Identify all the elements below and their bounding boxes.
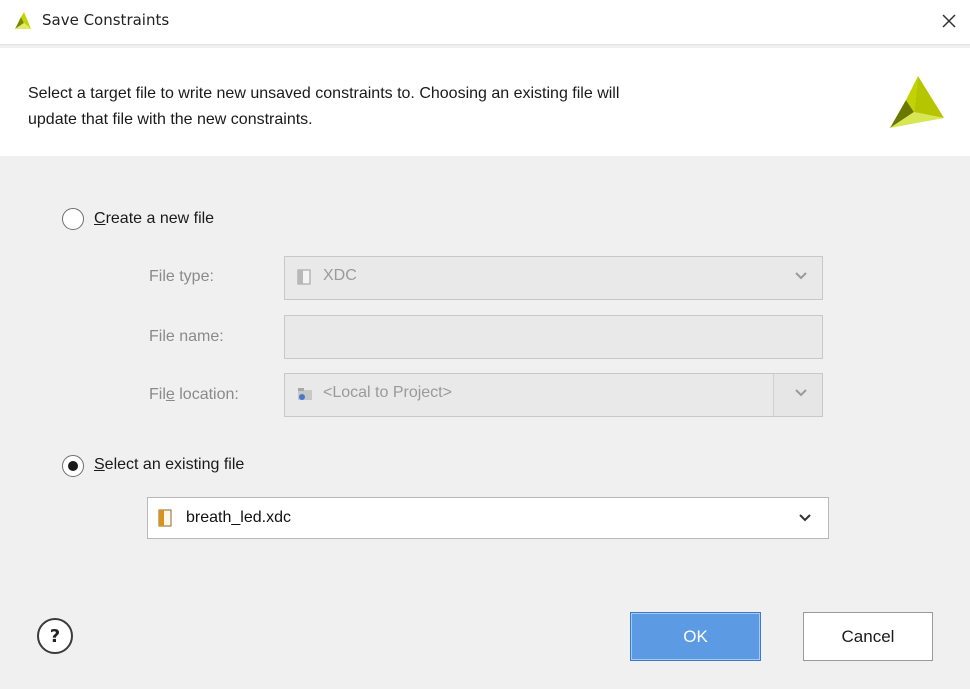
close-icon <box>942 14 956 28</box>
title-bar: Save Constraints <box>0 0 970 45</box>
create-new-file-label[interactable]: Create a new file <box>94 210 214 228</box>
select-existing-file-label[interactable]: Select an existing file <box>94 456 244 474</box>
help-button[interactable]: ? <box>37 618 73 654</box>
file-name-input[interactable] <box>284 315 823 359</box>
vivado-logo-icon <box>15 12 31 29</box>
chevron-down-icon <box>799 514 811 522</box>
folder-icon <box>298 388 312 400</box>
file-location-dropdown-button[interactable] <box>773 374 822 416</box>
select-existing-file-radio[interactable] <box>62 455 84 477</box>
close-button[interactable] <box>934 6 964 36</box>
description-line-1: Select a target file to write new unsave… <box>28 85 620 102</box>
file-type-label: File type: <box>149 268 214 285</box>
existing-file-value: breath_led.xdc <box>186 509 291 526</box>
file-name-label: File name: <box>149 328 224 345</box>
file-location-label: File location: <box>149 386 239 403</box>
constraints-file-icon <box>158 509 172 527</box>
chevron-down-icon <box>795 389 807 397</box>
dialog-header: Select a target file to write new unsave… <box>0 48 970 156</box>
file-location-value: <Local to Project> <box>323 384 452 401</box>
create-new-file-radio[interactable] <box>62 208 84 230</box>
file-type-value: XDC <box>323 267 357 284</box>
existing-file-dropdown[interactable]: breath_led.xdc <box>147 497 829 539</box>
cancel-button[interactable]: Cancel <box>803 612 933 661</box>
vivado-logo-icon <box>890 76 944 128</box>
chevron-down-icon <box>795 272 807 280</box>
file-icon <box>297 269 311 285</box>
file-type-dropdown[interactable]: XDC <box>284 256 823 300</box>
description-text: Select a target file to write new unsave… <box>28 81 848 133</box>
window-title: Save Constraints <box>42 11 170 29</box>
file-location-dropdown[interactable]: <Local to Project> <box>284 373 823 417</box>
ok-button[interactable]: OK <box>630 612 761 661</box>
description-line-2: update that file with the new constraint… <box>28 111 313 128</box>
